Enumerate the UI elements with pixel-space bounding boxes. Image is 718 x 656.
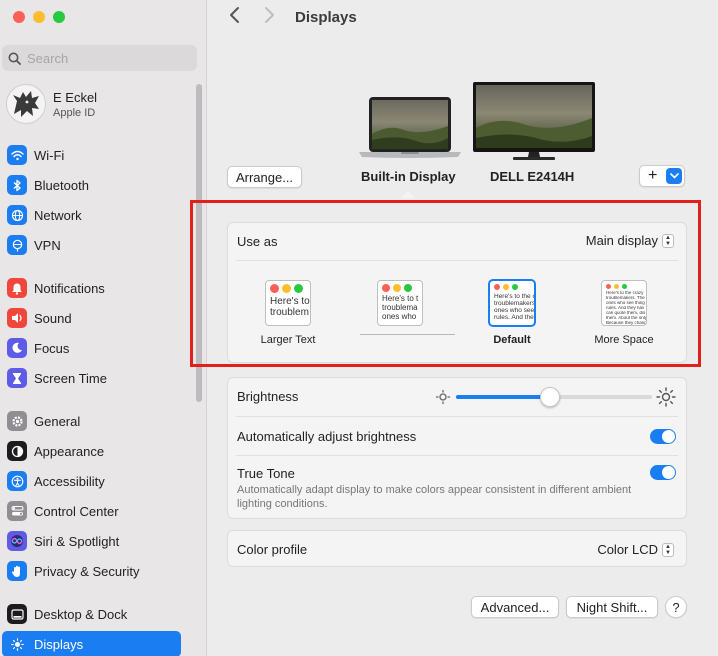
brightness-slider-fill	[456, 395, 547, 399]
up-down-arrows-icon: ▲ ▼	[662, 542, 674, 557]
bluetooth-icon	[7, 175, 27, 195]
sidebar-item-vpn[interactable]: VPN	[6, 232, 181, 258]
add-display-button[interactable]: +	[639, 165, 685, 187]
sidebar-item-accessibility[interactable]: Accessibility	[6, 468, 181, 494]
appearance-icon	[7, 441, 27, 461]
dell-display-image[interactable]	[473, 82, 595, 165]
sun-small-icon	[435, 389, 451, 405]
sidebar-item-label: Notifications	[34, 280, 105, 296]
back-button[interactable]	[228, 6, 240, 30]
search-field[interactable]	[2, 45, 197, 71]
brightness-slider[interactable]	[456, 387, 652, 407]
brightness-label: Brightness	[237, 389, 299, 404]
sidebar-item-privacy-security[interactable]: Privacy & Security	[6, 558, 181, 584]
plus-label: +	[648, 167, 658, 184]
forward-button[interactable]	[264, 6, 276, 30]
accessibility-icon	[7, 471, 27, 491]
color-profile-value: Color LCD	[597, 542, 658, 557]
auto-brightness-label: Automatically adjust brightness	[237, 429, 417, 444]
search-input[interactable]	[27, 50, 177, 66]
sidebar-item-displays[interactable]: Displays	[2, 631, 181, 656]
window-controls	[13, 11, 65, 23]
sidebar-item-label: Accessibility	[34, 473, 105, 489]
minimize-window-button[interactable]	[33, 11, 45, 23]
built-in-display-label[interactable]: Built-in Display	[361, 169, 456, 184]
speaker-icon	[7, 308, 27, 328]
sidebar-item-notifications[interactable]: Notifications	[6, 275, 181, 301]
sidebar-item-label: Focus	[34, 340, 70, 356]
sidebar-item-label: Control Center	[34, 503, 119, 519]
sidebar-item-screen-time[interactable]: Screen Time	[6, 365, 181, 391]
zoom-window-button[interactable]	[53, 11, 65, 23]
search-icon	[8, 52, 21, 65]
sidebar-item-label: Privacy & Security	[34, 563, 140, 579]
highlight-annotation-box	[190, 200, 701, 367]
page-title: Displays	[295, 9, 357, 26]
sidebar-item-label: Bluetooth	[34, 177, 89, 193]
toolbar: Displays	[208, 0, 718, 36]
sun-large-icon	[656, 387, 676, 407]
vpn-globe-icon	[7, 235, 27, 255]
siri-icon	[7, 531, 27, 551]
sidebar-item-label: Sound	[34, 310, 72, 326]
sidebar-item-label: Network	[34, 207, 82, 223]
sun-display-icon	[7, 634, 27, 654]
night-shift-button[interactable]: Night Shift...	[566, 596, 658, 618]
hand-icon	[7, 561, 27, 581]
sidebar-item-network[interactable]: Network	[6, 202, 181, 228]
brightness-panel: Brightness Automatically adjust brightne…	[227, 377, 687, 519]
sidebar-item-label: Siri & Spotlight	[34, 533, 120, 549]
sidebar-item-wi-fi[interactable]: Wi-Fi	[6, 142, 181, 168]
auto-brightness-toggle[interactable]	[650, 429, 676, 444]
sidebar-item-label: Screen Time	[34, 370, 107, 386]
account-name: E Eckel	[53, 89, 98, 105]
sidebar-item-bluetooth[interactable]: Bluetooth	[6, 172, 181, 198]
sidebar-item-general[interactable]: General	[6, 408, 181, 434]
sidebar-item-label: Appearance	[34, 443, 105, 459]
sidebar-item-label: General	[34, 413, 81, 429]
color-profile-label: Color profile	[237, 542, 308, 557]
wolf-avatar-icon	[13, 91, 39, 117]
sidebar-item-desktop-dock[interactable]: Desktop & Dock	[6, 601, 181, 627]
close-window-button[interactable]	[13, 11, 25, 23]
advanced-button[interactable]: Advanced...	[471, 596, 559, 618]
arrange-button[interactable]: Arrange...	[227, 166, 302, 188]
control-center-icon	[7, 501, 27, 521]
color-profile-panel: Color profile Color LCD ▲ ▼	[227, 530, 687, 567]
bell-icon	[7, 278, 27, 298]
moon-icon	[7, 338, 27, 358]
sidebar-item-sound[interactable]: Sound	[6, 305, 181, 331]
apple-id-account[interactable]: E Eckel Apple ID	[6, 84, 97, 124]
sidebar-item-label: VPN	[34, 237, 61, 253]
true-tone-toggle[interactable]	[650, 465, 676, 480]
help-button[interactable]: ?	[665, 596, 687, 618]
sidebar-item-label: Desktop & Dock	[34, 606, 128, 622]
true-tone-label: True Tone	[237, 466, 295, 481]
hourglass-icon	[7, 368, 27, 388]
chevron-right-icon	[265, 7, 274, 23]
sidebar: E Eckel Apple ID Wi-Fi Bluetooth Network VP…	[0, 0, 207, 656]
divider	[236, 416, 678, 417]
dock-icon	[7, 604, 27, 624]
sidebar-item-focus[interactable]: Focus	[6, 335, 181, 361]
wifi-icon	[7, 145, 27, 165]
divider	[236, 455, 678, 456]
sidebar-item-control-center[interactable]: Control Center	[6, 498, 181, 524]
dell-display-label[interactable]: DELL E2414H	[490, 169, 574, 184]
gear-icon	[7, 411, 27, 431]
chevron-down-icon	[666, 168, 682, 184]
sidebar-item-siri-spotlight[interactable]: Siri & Spotlight	[6, 528, 181, 554]
brightness-slider-knob[interactable]	[540, 387, 561, 407]
sidebar-item-label: Displays	[34, 636, 84, 652]
sidebar-item-appearance[interactable]: Appearance	[6, 438, 181, 464]
avatar	[6, 84, 46, 124]
account-subtitle: Apple ID	[53, 106, 96, 119]
color-profile-popup[interactable]: Color LCD ▲ ▼	[597, 542, 674, 557]
chevron-left-icon	[230, 7, 239, 23]
selected-display-caret	[401, 191, 415, 198]
built-in-display-image[interactable]	[359, 96, 461, 161]
true-tone-description: Automatically adapt display to make colo…	[237, 484, 632, 510]
globe-icon	[7, 205, 27, 225]
sidebar-item-label: Wi-Fi	[34, 147, 65, 163]
